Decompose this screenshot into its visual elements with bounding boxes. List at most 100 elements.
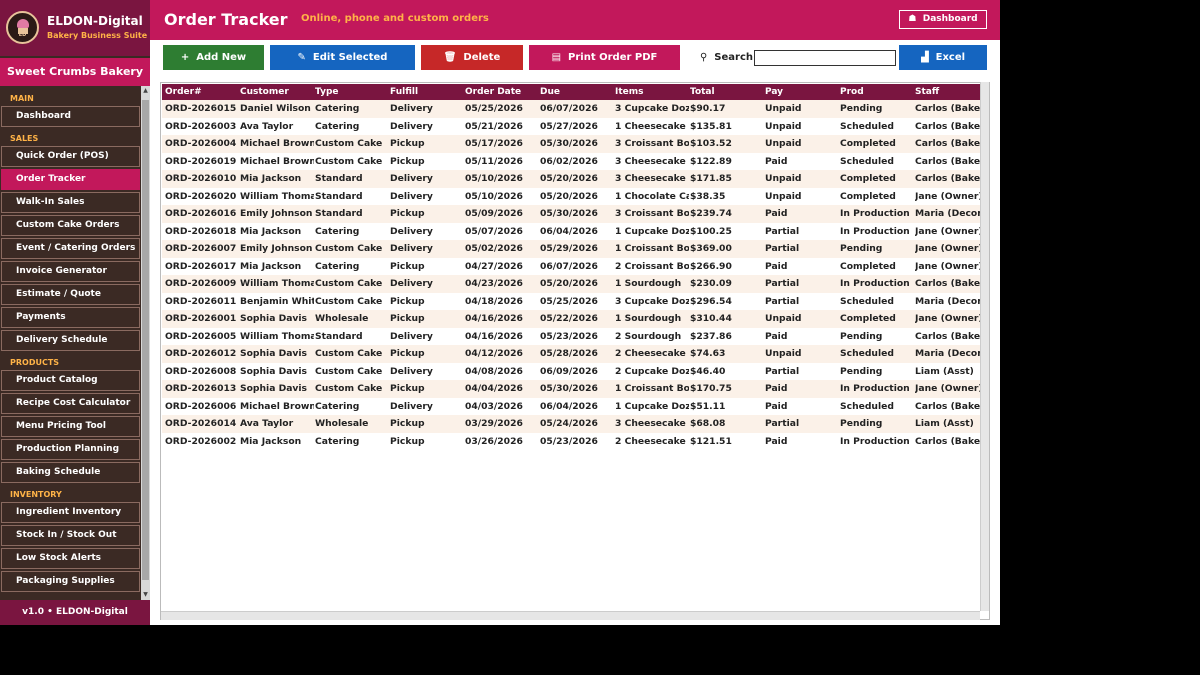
sidebar-item-product-catalog[interactable]: Product Catalog — [1, 370, 140, 391]
sidebar-item-baking-schedule[interactable]: Baking Schedule — [1, 462, 140, 483]
sidebar-item-payments[interactable]: Payments — [1, 307, 140, 328]
column-header-order[interactable]: Order# — [165, 84, 239, 100]
sidebar-item-low-stock-alerts[interactable]: Low Stock Alerts — [1, 548, 140, 569]
excel-button[interactable]: ▟ Excel — [899, 45, 987, 70]
cell-staff: Carlos (Baker) — [915, 330, 981, 342]
cell-order-date: 05/17/2026 — [465, 138, 523, 149]
sidebar-item-dashboard[interactable]: Dashboard — [1, 106, 140, 127]
sidebar-scrollbar[interactable]: ▲ ▼ — [141, 86, 150, 600]
column-header-customer[interactable]: Customer — [240, 84, 314, 100]
cell-due: 05/27/2026 — [540, 120, 598, 132]
sidebar-item-ingredient-inventory[interactable]: Ingredient Inventory — [1, 502, 140, 523]
cell-total: $237.86 — [690, 330, 732, 342]
table-row[interactable]: ORD-2026002 Mia Jackson Catering Pickup 03/2… — [162, 433, 981, 451]
column-header-due[interactable]: Due — [540, 84, 614, 100]
print-order-pdf-button[interactable]: ▤ Print Order PDF — [529, 45, 680, 70]
column-header-prod[interactable]: Prod — [840, 84, 914, 100]
cell-prod: Scheduled — [840, 348, 894, 359]
table-row[interactable]: ORD-2026005 William Thomas Standard Deliver… — [162, 328, 981, 346]
search-input[interactable] — [754, 50, 896, 66]
table-row[interactable]: ORD-2026017 Mia Jackson Catering Pickup 04/2… — [162, 258, 981, 276]
cell-prod: In Production — [840, 225, 910, 237]
sidebar-section-sales: SALES — [10, 134, 39, 143]
column-header-pay[interactable]: Pay — [765, 84, 839, 100]
table-row[interactable]: ORD-2026009 William Thomas Custom Cake Deli… — [162, 275, 981, 293]
cell-due: 05/30/2026 — [540, 138, 598, 149]
cell-pay: Partial — [765, 418, 800, 429]
table-row[interactable]: ORD-2026004 Michael Brown Custom Cake Picku… — [162, 135, 981, 153]
sidebar-scroll-thumb[interactable] — [142, 100, 149, 580]
cell-prod: Pending — [840, 330, 883, 342]
page-title: Order Tracker — [164, 10, 288, 29]
brand-subtitle: Bakery Business Suite — [47, 31, 148, 40]
table-row[interactable]: ORD-2026003 Ava Taylor Catering Delivery 05/… — [162, 118, 981, 136]
sidebar-item-packaging-supplies[interactable]: Packaging Supplies — [1, 571, 140, 592]
cell-due: 05/24/2026 — [540, 418, 598, 429]
column-header-staff[interactable]: Staff — [915, 84, 981, 100]
scroll-down-icon[interactable]: ▼ — [141, 590, 150, 600]
cell-items: 3 Cupcake Doz — [615, 103, 689, 114]
sidebar-item-delivery-schedule[interactable]: Delivery Schedule — [1, 330, 140, 351]
table-row[interactable]: ORD-2026008 Sophia Davis Custom Cake Delive… — [162, 363, 981, 381]
column-header-items[interactable]: Items — [615, 84, 689, 100]
table-header: Order# Customer Type Fulfill Order Date Due It… — [162, 84, 981, 100]
add-new-button[interactable]: + Add New — [163, 45, 264, 70]
cell-customer: Mia Jackson — [240, 435, 302, 447]
cell-order-date: 05/09/2026 — [465, 208, 523, 219]
cell-total: $135.81 — [690, 120, 732, 132]
cell-prod: In Production — [840, 208, 910, 219]
sidebar-item-order-tracker[interactable]: Order Tracker — [1, 169, 140, 190]
cell-fulfill: Delivery — [390, 278, 433, 289]
cell-items: 2 Croissant Box — [615, 260, 689, 272]
table-vertical-scrollbar[interactable] — [980, 82, 989, 611]
sidebar-item-event-catering-orders[interactable]: Event / Catering Orders — [1, 238, 140, 259]
table-row[interactable]: ORD-2026012 Sophia Davis Custom Cake Pickup… — [162, 345, 981, 363]
sidebar-item-stock-in-stock-out[interactable]: Stock In / Stock Out — [1, 525, 140, 546]
sidebar-item-walk-in-sales[interactable]: Walk-In Sales — [1, 192, 140, 213]
column-header-fulfill[interactable]: Fulfill — [390, 84, 464, 100]
table-row[interactable]: ORD-2026001 Sophia Davis Wholesale Pickup 04… — [162, 310, 981, 328]
table-row[interactable]: ORD-2026019 Michael Brown Custom Cake Picku… — [162, 153, 981, 171]
edit-selected-button[interactable]: ✎ Edit Selected — [270, 45, 415, 70]
table-row[interactable]: ORD-2026007 Emily Johnson Custom Cake Deliv… — [162, 240, 981, 258]
table-row[interactable]: ORD-2026013 Sophia Davis Custom Cake Pickup… — [162, 380, 981, 398]
dashboard-button[interactable]: ☗ Dashboard — [899, 10, 987, 29]
cell-fulfill: Pickup — [390, 383, 425, 394]
cell-order: ORD-2026001 — [165, 313, 237, 324]
table-row[interactable]: ORD-2026011 Benjamin White Custom Cake Pick… — [162, 293, 981, 311]
table-row[interactable]: ORD-2026015 Daniel Wilson Catering Delivery… — [162, 100, 981, 118]
table-horizontal-scrollbar[interactable] — [161, 611, 980, 620]
table-row[interactable]: ORD-2026016 Emily Johnson Standard Pickup 05… — [162, 205, 981, 223]
sidebar-item-custom-cake-orders[interactable]: Custom Cake Orders — [1, 215, 140, 236]
sidebar-item-recipe-cost-calculator[interactable]: Recipe Cost Calculator — [1, 393, 140, 414]
table-row[interactable]: ORD-2026010 Mia Jackson Standard Delivery 05… — [162, 170, 981, 188]
table-row[interactable]: ORD-2026020 William Thomas Standard Deliver… — [162, 188, 981, 206]
delete-button[interactable]: 🗑 Delete — [421, 45, 523, 70]
cell-type: Custom Cake — [315, 138, 383, 149]
cell-due: 06/09/2026 — [540, 365, 598, 377]
cell-customer: Ava Taylor — [240, 120, 294, 132]
table-row[interactable]: ORD-2026018 Mia Jackson Catering Delivery 05… — [162, 223, 981, 241]
column-header-order-date[interactable]: Order Date — [465, 84, 539, 100]
sidebar-item-estimate-quote[interactable]: Estimate / Quote — [1, 284, 140, 305]
cell-prod: Completed — [840, 190, 896, 202]
cell-total: $239.74 — [690, 208, 732, 219]
cell-due: 05/23/2026 — [540, 435, 598, 447]
sidebar-item-quick-order-pos[interactable]: Quick Order (POS) — [1, 146, 140, 167]
cell-staff: Liam (Asst) — [915, 365, 974, 377]
cell-fulfill: Delivery — [390, 400, 433, 412]
cell-fulfill: Delivery — [390, 243, 433, 254]
table-row[interactable]: ORD-2026006 Michael Brown Catering Delivery… — [162, 398, 981, 416]
cell-total: $266.90 — [690, 260, 732, 272]
sidebar-item-production-planning[interactable]: Production Planning — [1, 439, 140, 460]
sidebar-item-invoice-generator[interactable]: Invoice Generator — [1, 261, 140, 282]
table-row[interactable]: ORD-2026014 Ava Taylor Wholesale Pickup 03/2… — [162, 415, 981, 433]
scroll-up-icon[interactable]: ▲ — [141, 86, 150, 96]
cell-customer: Ava Taylor — [240, 418, 294, 429]
cell-order-date: 05/25/2026 — [465, 103, 523, 114]
sidebar-item-menu-pricing-tool[interactable]: Menu Pricing Tool — [1, 416, 140, 437]
column-header-total[interactable]: Total — [690, 84, 764, 100]
column-header-type[interactable]: Type — [315, 84, 389, 100]
cell-due: 05/29/2026 — [540, 243, 598, 254]
cell-order: ORD-2026011 — [165, 295, 237, 307]
